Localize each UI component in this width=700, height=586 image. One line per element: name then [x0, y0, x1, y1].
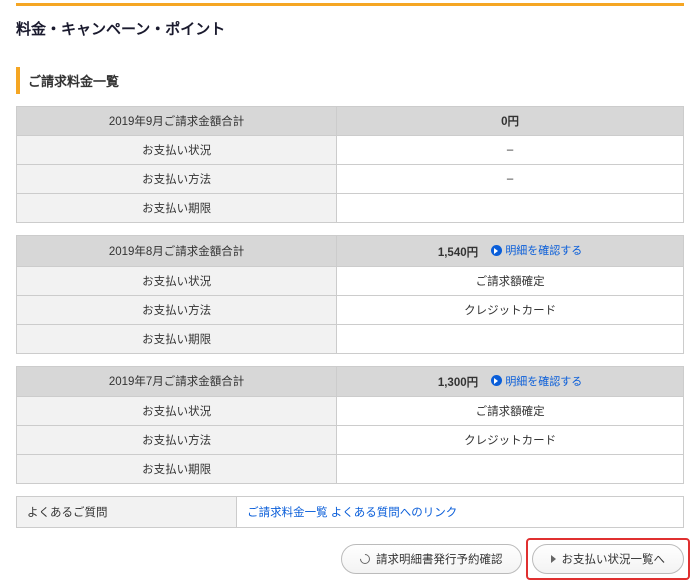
status-value: ご請求額確定: [337, 397, 684, 426]
payment-list-button-label: お支払い状況一覧へ: [562, 551, 666, 567]
billing-table: 2019年8月ご請求金額合計 1,540円 明細を確認する お支払い状況 ご請求…: [16, 235, 684, 354]
due-value: [337, 324, 684, 353]
due-label: お支払い期限: [17, 324, 337, 353]
detail-link[interactable]: 明細を確認する: [491, 242, 582, 258]
statement-button-label: 請求明細書発行予約確認: [376, 551, 503, 567]
total-label: 2019年8月ご請求金額合計: [17, 236, 337, 267]
button-row: 請求明細書発行予約確認 お支払い状況一覧へ: [0, 544, 700, 586]
total-amount-cell: 0円: [337, 107, 684, 136]
total-amount-cell: 1,540円 明細を確認する: [337, 236, 684, 267]
method-value: クレジットカード: [337, 295, 684, 324]
payment-list-button[interactable]: お支払い状況一覧へ: [532, 544, 685, 574]
section-heading: ご請求料金一覧: [16, 67, 684, 94]
due-value: [337, 194, 684, 223]
statement-button[interactable]: 請求明細書発行予約確認: [341, 544, 522, 574]
status-label: お支払い状況: [17, 266, 337, 295]
detail-link[interactable]: 明細を確認する: [491, 373, 582, 389]
status-label: お支払い状況: [17, 397, 337, 426]
detail-link-label: 明細を確認する: [505, 242, 582, 258]
method-label: お支払い方法: [17, 295, 337, 324]
total-label: 2019年7月ご請求金額合計: [17, 366, 337, 397]
refresh-icon: [358, 552, 372, 566]
page-title: 料金・キャンペーン・ポイント: [16, 18, 684, 39]
method-label: お支払い方法: [17, 426, 337, 455]
status-value: ご請求額確定: [337, 266, 684, 295]
detail-link-label: 明細を確認する: [505, 373, 582, 389]
faq-link[interactable]: ご請求料金一覧 よくある質問へのリンク: [247, 507, 457, 519]
status-label: お支払い状況: [17, 136, 337, 165]
amount: 1,300円: [438, 374, 478, 390]
method-value: –: [337, 165, 684, 194]
amount: 0円: [501, 113, 519, 129]
billing-table: 2019年7月ご請求金額合計 1,300円 明細を確認する お支払い状況 ご請求…: [16, 366, 684, 485]
billing-section: ご請求料金一覧 2019年9月ご請求金額合計 0円 お支払い状況 – お支払い方…: [16, 67, 684, 528]
play-icon: [551, 555, 556, 563]
faq-table: よくあるご質問 ご請求料金一覧 よくある質問へのリンク: [16, 496, 684, 528]
total-amount-cell: 1,300円 明細を確認する: [337, 366, 684, 397]
due-value: [337, 455, 684, 484]
amount: 1,540円: [438, 244, 478, 260]
total-label: 2019年9月ご請求金額合計: [17, 107, 337, 136]
due-label: お支払い期限: [17, 455, 337, 484]
arrow-right-icon: [491, 245, 502, 256]
method-value: クレジットカード: [337, 426, 684, 455]
arrow-right-icon: [491, 375, 502, 386]
accent-topbar: [16, 3, 684, 6]
status-value: –: [337, 136, 684, 165]
method-label: お支払い方法: [17, 165, 337, 194]
due-label: お支払い期限: [17, 194, 337, 223]
faq-label: よくあるご質問: [17, 497, 237, 528]
billing-table: 2019年9月ご請求金額合計 0円 お支払い状況 – お支払い方法 – お支払い…: [16, 106, 684, 223]
